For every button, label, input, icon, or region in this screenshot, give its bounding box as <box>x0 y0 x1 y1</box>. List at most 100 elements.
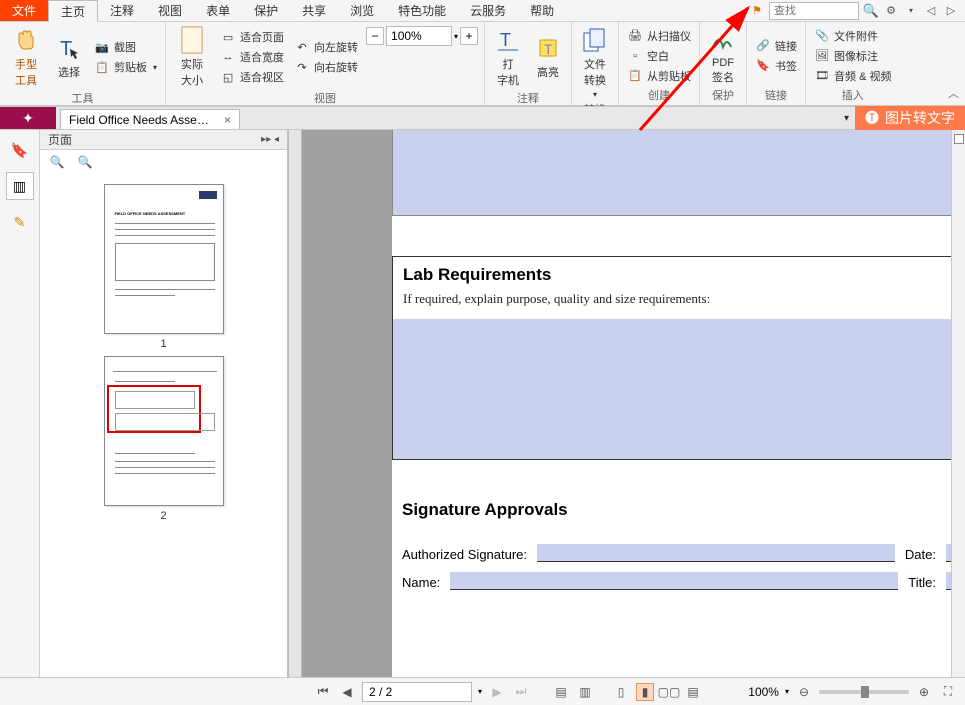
sidebar-comments[interactable]: ✎ <box>6 208 34 236</box>
rail-button[interactable] <box>954 134 964 144</box>
panel-collapse-button[interactable]: ▸▸ ◂ <box>261 134 279 145</box>
top-form-field[interactable]: 💡 <box>392 130 951 216</box>
typewriter-icon: T <box>494 26 522 54</box>
ribbon-group-insert: 📎文件附件 🖼图像标注 🎞音频 & 视频 插入 <box>806 22 899 105</box>
layout-single[interactable]: ▯ <box>612 683 630 701</box>
scanner-icon: 🖨 <box>627 28 643 44</box>
group-label: 注释 <box>491 90 565 106</box>
image-annot-button[interactable]: 🖼图像标注 <box>812 47 893 65</box>
actual-size-button[interactable]: 实际 大小 <box>172 26 212 88</box>
select-tool-button[interactable]: T 选择 <box>52 26 86 88</box>
bookmark-icon: 🔖 <box>755 58 771 74</box>
next-page-button[interactable]: ▶ <box>488 683 506 701</box>
ocr-promo-button[interactable]: 🅣 图片转文字 <box>855 106 965 130</box>
menu-tab-view[interactable]: 视图 <box>146 0 194 21</box>
menu-tab-home[interactable]: 主页 <box>48 0 98 22</box>
clipboard-button[interactable]: 📋剪贴板▾ <box>92 58 159 76</box>
ribbon-group-protect: PDF 签名 保护 <box>700 22 747 105</box>
svg-text:T: T <box>500 30 511 50</box>
next-icon[interactable]: ▷ <box>943 3 959 19</box>
ribbon-group-link: 🔗链接 🔖书签 链接 <box>747 22 806 105</box>
view-mode-1[interactable]: ▤ <box>552 683 570 701</box>
date-label: Date: <box>905 547 936 562</box>
zoom-in-status[interactable]: ⊕ <box>915 683 933 701</box>
screenshot-button[interactable]: 📷截图 <box>92 38 159 56</box>
zoom-out-button[interactable]: − <box>366 27 384 45</box>
gear-icon[interactable]: ⚙ <box>883 3 899 19</box>
search-input[interactable] <box>769 2 859 20</box>
tab-dropdown[interactable]: ▾ <box>838 113 855 124</box>
menu-tab-annot[interactable]: 注释 <box>98 0 146 21</box>
search-icon[interactable]: 🔍 <box>863 3 879 19</box>
rotate-left-button[interactable]: ↶向左旋转 <box>292 38 360 56</box>
ribbon-group-convert: 文件 转换▾ 转换 <box>572 22 619 105</box>
thumbnail-page-2[interactable]: 2 <box>104 356 224 522</box>
fit-visible-button[interactable]: ◱适合视区 <box>218 68 286 86</box>
blank-page-button[interactable]: ▫空白 <box>625 47 693 65</box>
menu-tab-help[interactable]: 帮助 <box>518 0 566 21</box>
lab-heading: Lab Requirements <box>403 265 551 284</box>
file-convert-button[interactable]: 文件 转换▾ <box>578 26 612 99</box>
fit-page-button[interactable]: ▭适合页面 <box>218 28 286 46</box>
zoom-percent: 100% <box>748 685 779 699</box>
layout-continuous[interactable]: ▮ <box>636 683 654 701</box>
first-page-button[interactable]: ⏮ <box>314 683 332 701</box>
menu-tab-protect[interactable]: 保护 <box>242 0 290 21</box>
gutter <box>288 130 302 677</box>
highlight-button[interactable]: T 高亮 <box>531 26 565 88</box>
menu-tab-browse[interactable]: 浏览 <box>338 0 386 21</box>
hand-tool-button[interactable]: 手型 工具 <box>6 26 46 88</box>
menu-tab-share[interactable]: 共享 <box>290 0 338 21</box>
page-scroll[interactable]: 💡 Lab Requirements If required, explain … <box>302 130 951 677</box>
thumbnail-title: 页面 <box>48 131 72 148</box>
view-mode-2[interactable]: ▥ <box>576 683 594 701</box>
thumb-tool-2[interactable]: 🔍 <box>76 153 94 171</box>
layout-facing[interactable]: ▢▢ <box>660 683 678 701</box>
prev-page-button[interactable]: ◀ <box>338 683 356 701</box>
last-page-button[interactable]: ⏭ <box>512 683 530 701</box>
zoom-in-button[interactable]: + <box>460 27 478 45</box>
ocr-icon: 🅣 <box>865 108 879 128</box>
menu-tab-feature[interactable]: 特色功能 <box>386 0 458 21</box>
page-number-input[interactable]: 2 / 2 <box>362 682 472 702</box>
fit-width-button[interactable]: ↔适合宽度 <box>218 48 286 66</box>
name-field[interactable] <box>450 572 898 590</box>
menu-tab-cloud[interactable]: 云服务 <box>458 0 518 21</box>
collapse-ribbon-button[interactable]: ︿ <box>948 85 959 101</box>
link-button[interactable]: 🔗链接 <box>753 37 799 55</box>
menu-tab-file[interactable]: 文件 <box>0 0 48 21</box>
close-tab-button[interactable]: × <box>224 113 231 127</box>
fullscreen-button[interactable]: ⛶ <box>939 683 957 701</box>
ribbon-group-create: 🖨从扫描仪 ▫空白 📋从剪贴板 创建 <box>619 22 700 105</box>
from-clipboard-button[interactable]: 📋从剪贴板 <box>625 67 693 85</box>
rotate-right-button[interactable]: ↷向右旋转 <box>292 58 360 76</box>
from-scanner-button[interactable]: 🖨从扫描仪 <box>625 27 693 45</box>
app-logo[interactable]: ✦ <box>0 107 56 129</box>
sidebar-bookmark[interactable]: 🔖 <box>6 136 34 164</box>
pdf-sign-button[interactable]: PDF 签名 <box>706 26 740 85</box>
typewriter-button[interactable]: T 打 字机 <box>491 26 525 88</box>
link-icon: 🔗 <box>755 38 771 54</box>
thumb-tool-1[interactable]: 🔍 <box>48 153 66 171</box>
thumbnail-panel: 页面 ▸▸ ◂ 🔍 🔍 FIELD OFFICE NEEDS ASSESSMEN… <box>40 130 288 677</box>
lab-text-field[interactable] <box>393 319 951 459</box>
bookmark-button[interactable]: 🔖书签 <box>753 57 799 75</box>
zoom-input[interactable] <box>386 26 452 46</box>
zoom-out-status[interactable]: ⊖ <box>795 683 813 701</box>
date-field[interactable] <box>946 544 951 562</box>
ribbon-group-tools: 手型 工具 T 选择 📷截图 📋剪贴板▾ 工具 <box>0 22 166 105</box>
title-field[interactable] <box>946 572 951 590</box>
right-rail <box>951 130 965 677</box>
document-tab[interactable]: Field Office Needs Asse… × <box>60 109 240 129</box>
menu-tab-form[interactable]: 表单 <box>194 0 242 21</box>
sidebar-pages[interactable]: ▥ <box>6 172 34 200</box>
prev-icon[interactable]: ◁ <box>923 3 939 19</box>
flag-icon[interactable]: ⚑ <box>749 3 765 19</box>
zoom-slider[interactable] <box>819 690 909 694</box>
dropdown-icon[interactable]: ▾ <box>903 3 919 19</box>
auth-sig-field[interactable] <box>537 544 895 562</box>
thumbnail-page-1[interactable]: FIELD OFFICE NEEDS ASSESSMENT 1 <box>104 184 224 350</box>
audio-video-button[interactable]: 🎞音频 & 视频 <box>812 67 893 85</box>
layout-cont-facing[interactable]: ▤ <box>684 683 702 701</box>
attach-button[interactable]: 📎文件附件 <box>812 27 893 45</box>
